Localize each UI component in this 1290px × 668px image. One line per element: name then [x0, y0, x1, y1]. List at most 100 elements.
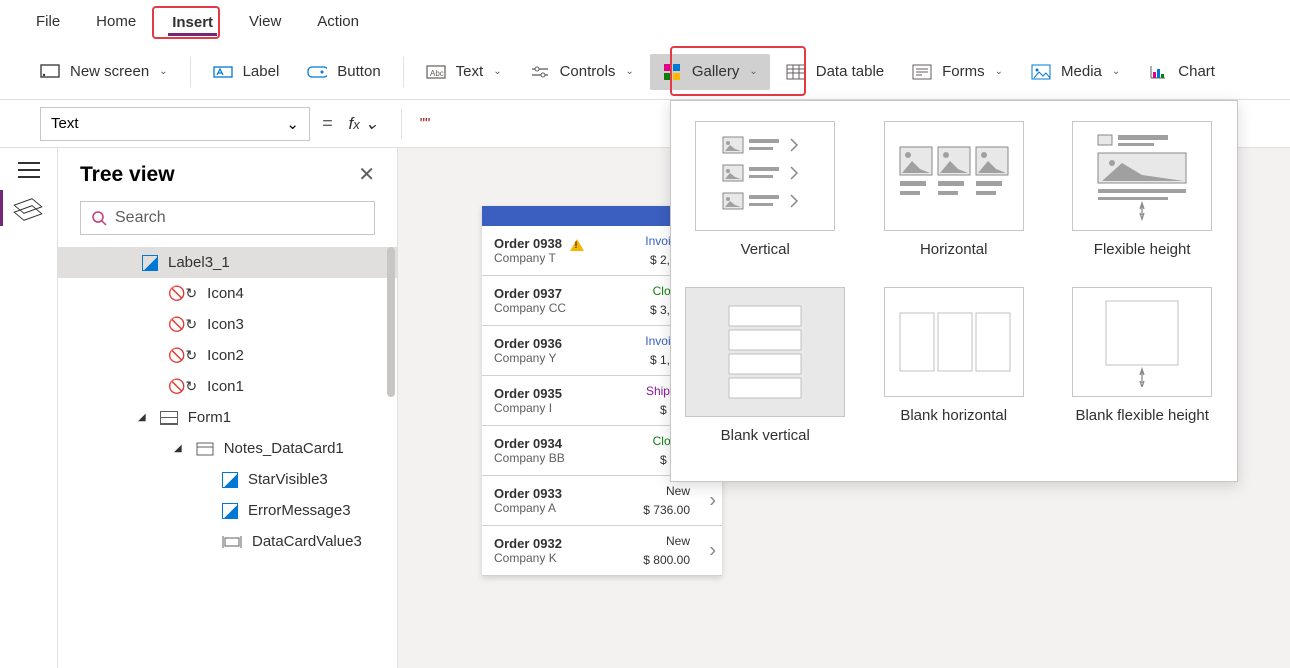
- order-id: Order 0933: [494, 486, 562, 501]
- property-select[interactable]: Text ⌄: [40, 107, 310, 141]
- equals-label: =: [322, 113, 333, 134]
- chevron-down-icon: ⌄: [159, 66, 167, 77]
- order-id: Order 0936: [494, 336, 562, 351]
- divider: [190, 57, 191, 87]
- expand-icon[interactable]: ◢: [138, 412, 146, 423]
- text-icon: Abc: [426, 62, 446, 82]
- tree-item-form1[interactable]: ◢Form1: [58, 402, 397, 433]
- chart-icon: [1148, 62, 1168, 82]
- chart-label: Chart: [1178, 63, 1215, 80]
- order-row[interactable]: Order 0933Company ANew$ 736.00›: [482, 476, 722, 526]
- new-screen-button[interactable]: New screen ⌄: [28, 54, 180, 90]
- text-label: Text: [456, 63, 484, 80]
- highlight-insert: [152, 6, 220, 39]
- reload-icon: 🚫↻: [168, 316, 197, 333]
- media-button[interactable]: Media ⌄: [1019, 54, 1132, 90]
- controls-label: Controls: [560, 63, 616, 80]
- media-label: Media: [1061, 63, 1102, 80]
- order-company: Company CC: [494, 301, 566, 315]
- order-status: New: [666, 534, 690, 548]
- gallery-opt-blank-flexible[interactable]: Blank flexible height: [1048, 281, 1236, 467]
- thumb-horizontal: [884, 121, 1024, 231]
- order-company: Company I: [494, 401, 562, 415]
- tree-item-label3[interactable]: Label3_1: [58, 247, 397, 278]
- left-rail: [0, 148, 58, 668]
- button-button[interactable]: Button: [295, 54, 392, 90]
- reload-icon: 🚫↻: [168, 347, 197, 364]
- order-status: New: [666, 484, 690, 498]
- gallery-opt-label: Vertical: [741, 241, 790, 258]
- fx-label[interactable]: fx ⌄: [345, 114, 383, 134]
- reload-icon: 🚫↻: [168, 378, 197, 395]
- screen-icon: [40, 62, 60, 82]
- order-company: Company BB: [494, 451, 565, 465]
- scrollbar-thumb[interactable]: [387, 247, 395, 397]
- text-button[interactable]: Abc Text ⌄: [414, 54, 514, 90]
- order-row[interactable]: Order 0932Company KNew$ 800.00›: [482, 526, 722, 576]
- gallery-opt-label: Horizontal: [920, 241, 988, 258]
- menu-action[interactable]: Action: [313, 7, 363, 36]
- warning-icon: [570, 239, 584, 251]
- tree-item-dcvalue[interactable]: DataCardValue3: [58, 526, 397, 557]
- tree-item-errormsg[interactable]: ErrorMessage3: [58, 495, 397, 526]
- formula-input[interactable]: "": [420, 115, 431, 132]
- tree-list: Label3_1 🚫↻Icon4 🚫↻Icon3 🚫↻Icon2 🚫↻Icon1…: [58, 247, 397, 557]
- menu-home[interactable]: Home: [92, 7, 140, 36]
- button-label: Button: [337, 63, 380, 80]
- gallery-opt-horizontal[interactable]: Horizontal: [859, 115, 1047, 281]
- order-company: Company K: [494, 551, 562, 565]
- divider: [403, 57, 404, 87]
- datatable-label: Data table: [816, 63, 884, 80]
- forms-label: Forms: [942, 63, 985, 80]
- gallery-opt-label: Blank horizontal: [900, 407, 1007, 424]
- forms-button[interactable]: Forms ⌄: [900, 54, 1015, 90]
- order-id: Order 0932: [494, 536, 562, 551]
- chevron-down-icon: ⌄: [1112, 66, 1120, 77]
- svg-text:Abc: Abc: [430, 69, 444, 78]
- tree-item-datacard[interactable]: ◢Notes_DataCard1: [58, 433, 397, 464]
- forms-icon: [912, 62, 932, 82]
- gallery-opt-label: Blank flexible height: [1075, 407, 1208, 424]
- chart-button[interactable]: Chart: [1136, 54, 1227, 90]
- order-company: Company Y: [494, 351, 562, 365]
- search-icon: [91, 210, 107, 226]
- gallery-dropdown: Vertical Horizontal Flexible height Blan…: [670, 100, 1238, 482]
- layers-icon[interactable]: [18, 198, 40, 220]
- chevron-down-icon: ⌄: [995, 66, 1003, 77]
- order-id: Order 0938: [494, 236, 584, 251]
- hamburger-icon[interactable]: [18, 162, 40, 178]
- tree-item-icon1[interactable]: 🚫↻Icon1: [58, 371, 397, 402]
- close-icon[interactable]: ✕: [358, 162, 375, 187]
- property-value: Text: [51, 115, 79, 132]
- label-button[interactable]: Label: [201, 54, 292, 90]
- media-icon: [1031, 62, 1051, 82]
- label-icon: [222, 472, 238, 488]
- tree-item-icon2[interactable]: 🚫↻Icon2: [58, 340, 397, 371]
- menu-file[interactable]: File: [32, 7, 64, 36]
- expand-icon[interactable]: ◢: [174, 443, 182, 454]
- search-input[interactable]: Search: [80, 201, 375, 235]
- reload-icon: 🚫↻: [168, 285, 197, 302]
- tree-item-icon3[interactable]: 🚫↻Icon3: [58, 309, 397, 340]
- label-icon: [213, 62, 233, 82]
- gallery-opt-vertical[interactable]: Vertical: [671, 115, 859, 281]
- chevron-right-icon: ›: [709, 489, 716, 512]
- order-company: Company T: [494, 251, 584, 265]
- thumb-vertical: [695, 121, 835, 231]
- gallery-opt-flexible[interactable]: Flexible height: [1048, 115, 1236, 281]
- chevron-down-icon: ⌄: [286, 115, 299, 133]
- menu-view[interactable]: View: [245, 7, 285, 36]
- order-id: Order 0937: [494, 286, 566, 301]
- gallery-opt-blank-horizontal[interactable]: Blank horizontal: [859, 281, 1047, 467]
- toolbar: New screen ⌄ Label Button Abc Text ⌄ Con…: [0, 44, 1290, 100]
- tree-item-starvisible[interactable]: StarVisible3: [58, 464, 397, 495]
- search-placeholder: Search: [115, 209, 166, 227]
- tree-item-icon4[interactable]: 🚫↻Icon4: [58, 278, 397, 309]
- gallery-opt-blank-vertical[interactable]: Blank vertical: [671, 281, 859, 467]
- rail-active-indicator: [0, 190, 3, 226]
- gallery-opt-label: Flexible height: [1094, 241, 1191, 258]
- thumb-flexible: [1072, 121, 1212, 231]
- order-amount: $ 736.00: [643, 503, 690, 517]
- tree-view-panel: Tree view ✕ Search Label3_1 🚫↻Icon4 🚫↻Ic…: [58, 148, 398, 668]
- controls-button[interactable]: Controls ⌄: [518, 54, 646, 90]
